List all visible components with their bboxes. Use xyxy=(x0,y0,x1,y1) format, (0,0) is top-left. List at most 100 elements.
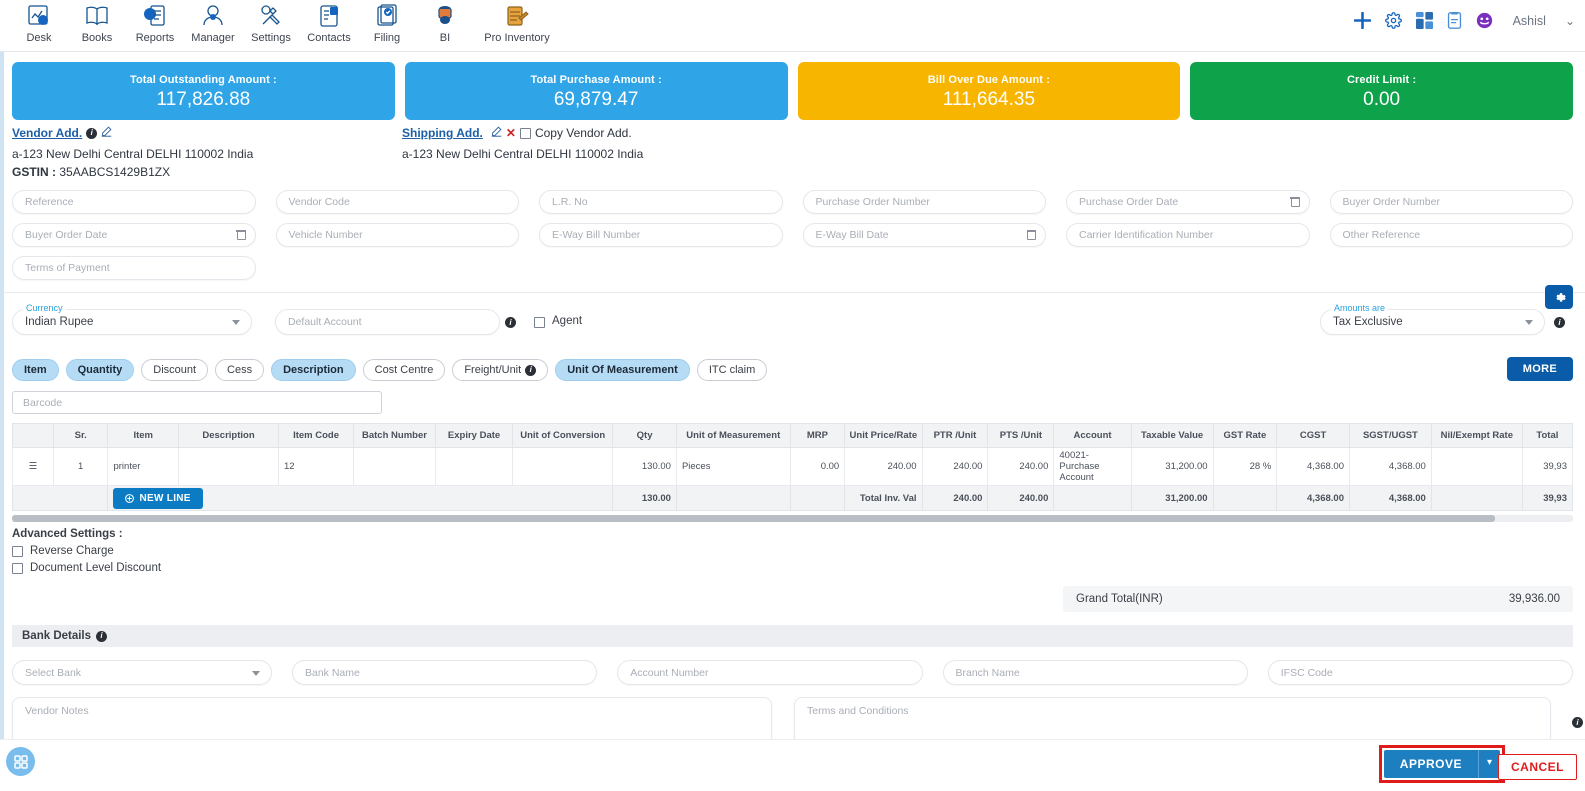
field-carrier-identification-number[interactable]: Carrier Identification Number xyxy=(1066,223,1310,247)
chevron-down-icon[interactable]: ⌄ xyxy=(1565,14,1575,28)
reverse-charge-row[interactable]: Reverse Charge xyxy=(12,545,1573,557)
copy-vendor-address-checkbox[interactable] xyxy=(519,127,531,139)
chip-itc-claim[interactable]: ITC claim xyxy=(696,359,768,381)
calendar-icon[interactable] xyxy=(236,229,246,240)
cell-unit-price[interactable]: 240.00 xyxy=(844,447,923,486)
nav-item-contacts[interactable]: Contacts xyxy=(300,0,358,44)
chevron-down-icon[interactable] xyxy=(1525,320,1533,325)
field-purchase-order-date[interactable]: Purchase Order Date xyxy=(1066,190,1310,214)
cell-gst-rate[interactable]: 28 % xyxy=(1212,447,1278,486)
edit-icon[interactable] xyxy=(491,126,502,140)
reverse-charge-checkbox[interactable] xyxy=(12,545,23,557)
chip-freight-unit[interactable]: Freight/Unit i xyxy=(452,359,549,381)
barcode-input[interactable]: Barcode xyxy=(12,391,382,414)
chip-description[interactable]: Description xyxy=(271,359,356,381)
agent-checkbox[interactable] xyxy=(534,317,545,328)
field-e-way-bill-number[interactable]: E-Way Bill Number xyxy=(539,223,783,247)
info-icon[interactable]: i xyxy=(525,364,537,376)
nav-item-manager[interactable]: Manager xyxy=(184,0,242,44)
info-icon[interactable]: i xyxy=(1572,717,1583,728)
approve-button-group[interactable]: APPROVE ▾ xyxy=(1378,745,1505,783)
terms-and-conditions-textarea[interactable]: Terms and Conditions xyxy=(794,697,1551,745)
cell-expiry-date[interactable] xyxy=(434,447,514,486)
info-icon[interactable]: i xyxy=(86,127,98,139)
bank-field-select-bank[interactable]: Select Bank xyxy=(12,660,272,685)
nav-item-bi[interactable]: BI xyxy=(416,0,474,44)
amounts-are-select[interactable]: Amounts are Tax Exclusive xyxy=(1320,303,1545,335)
cell-pts-unit[interactable]: 240.00 xyxy=(987,447,1055,486)
shipping-address-link[interactable]: Shipping Add. xyxy=(402,126,483,140)
new-line-button[interactable]: NEW LINE xyxy=(113,487,203,509)
remove-shipping-icon[interactable]: ✕ xyxy=(506,126,516,140)
cell-ptr-unit[interactable]: 240.00 xyxy=(921,447,989,486)
nav-item-pro-inventory[interactable]: Pro Inventory xyxy=(474,0,560,44)
field-l-r-no[interactable]: L.R. No xyxy=(539,190,783,214)
bank-field-branch-name[interactable]: Branch Name xyxy=(942,660,1248,685)
approve-dropdown-caret-icon[interactable]: ▾ xyxy=(1477,750,1500,778)
default-account-input[interactable]: Default Account xyxy=(275,309,500,335)
nav-item-filing[interactable]: Filing xyxy=(358,0,416,44)
field-e-way-bill-date[interactable]: E-Way Bill Date xyxy=(802,223,1046,247)
chip-unit-of-measurement[interactable]: Unit Of Measurement xyxy=(555,359,690,381)
cell-item[interactable]: printer xyxy=(107,447,179,486)
bank-field-bank-name[interactable]: Bank Name xyxy=(292,660,598,685)
gear-icon[interactable] xyxy=(1384,12,1402,29)
cell-description[interactable] xyxy=(177,447,280,486)
field-other-reference[interactable]: Other Reference xyxy=(1329,223,1573,247)
chip-item[interactable]: Item xyxy=(12,359,59,381)
field-vehicle-number[interactable]: Vehicle Number xyxy=(275,223,519,247)
chip-cess[interactable]: Cess xyxy=(215,359,265,381)
nav-item-books[interactable]: Books xyxy=(68,0,126,44)
chip-discount[interactable]: Discount xyxy=(141,359,209,381)
drag-handle-icon[interactable]: ☰ xyxy=(12,447,54,486)
field-placeholder: Carrier Identification Number xyxy=(1079,229,1214,241)
vendor-notes-textarea[interactable]: Vendor Notes xyxy=(12,697,772,745)
edit-icon[interactable] xyxy=(101,126,112,140)
nav-item-desk[interactable]: Desk xyxy=(10,0,68,44)
info-icon[interactable]: i xyxy=(1554,317,1565,328)
field-buyer-order-date[interactable]: Buyer Order Date xyxy=(12,223,256,247)
chevron-down-icon[interactable] xyxy=(252,670,260,676)
field-reference[interactable]: Reference xyxy=(12,190,256,214)
nav-item-settings[interactable]: Settings xyxy=(242,0,300,44)
info-icon[interactable]: i xyxy=(96,630,108,642)
cell-unit-of-conversion[interactable] xyxy=(512,447,614,486)
document-level-discount-checkbox[interactable] xyxy=(12,562,23,574)
cell-qty[interactable]: 130.00 xyxy=(612,447,677,486)
cell-unit-of-measurement[interactable]: Pieces xyxy=(675,447,791,486)
cancel-button[interactable]: CANCEL xyxy=(1498,754,1577,780)
bank-field-account-number[interactable]: Account Number xyxy=(617,660,923,685)
more-button[interactable]: MORE xyxy=(1506,357,1573,381)
info-icon[interactable]: i xyxy=(505,317,516,328)
chip-quantity[interactable]: Quantity xyxy=(65,359,135,381)
calendar-icon[interactable] xyxy=(1026,229,1037,240)
nav-item-reports[interactable]: Reports xyxy=(126,0,184,44)
vendor-address-link[interactable]: Vendor Add. xyxy=(12,126,82,140)
currency-select[interactable]: Currency Indian Rupee xyxy=(12,303,252,335)
user-name[interactable]: Ashisl xyxy=(1513,14,1546,28)
chip-cost-centre[interactable]: Cost Centre xyxy=(362,359,446,381)
cell-account[interactable]: 40021-Purchase Account xyxy=(1053,447,1132,486)
field-terms-of-payment[interactable]: Terms of Payment xyxy=(12,256,256,280)
horizontal-scrollbar[interactable] xyxy=(12,515,1573,522)
plus-icon[interactable] xyxy=(1353,12,1371,29)
bank-field-ifsc-code[interactable]: IFSC Code xyxy=(1267,660,1573,685)
approve-button[interactable]: APPROVE xyxy=(1383,750,1478,778)
apps-grid-fab-icon[interactable] xyxy=(6,747,35,776)
calendar-icon[interactable] xyxy=(1290,196,1300,207)
chevron-down-icon[interactable] xyxy=(232,320,240,325)
field-purchase-order-number[interactable]: Purchase Order Number xyxy=(802,190,1046,214)
table-row[interactable]: ☰ 1 printer 12 130.00 Pieces 0.00 240.00 240.00 2… xyxy=(12,447,1574,486)
cell-batch-number[interactable] xyxy=(353,447,436,486)
document-level-discount-row[interactable]: Document Level Discount xyxy=(12,562,1573,574)
scrollbar-thumb[interactable] xyxy=(12,515,1495,522)
cell-nil-exempt[interactable] xyxy=(1430,447,1523,486)
field-vendor-code[interactable]: Vendor Code xyxy=(275,190,519,214)
cell-mrp[interactable]: 0.00 xyxy=(789,447,846,486)
document-icon[interactable] xyxy=(1447,12,1462,29)
column-settings-gear-icon[interactable] xyxy=(1545,285,1573,309)
apps-icon[interactable] xyxy=(1415,12,1433,29)
cell-item-code[interactable]: 12 xyxy=(278,447,355,486)
field-buyer-order-number[interactable]: Buyer Order Number xyxy=(1329,190,1573,214)
smiley-icon[interactable] xyxy=(1476,12,1493,29)
